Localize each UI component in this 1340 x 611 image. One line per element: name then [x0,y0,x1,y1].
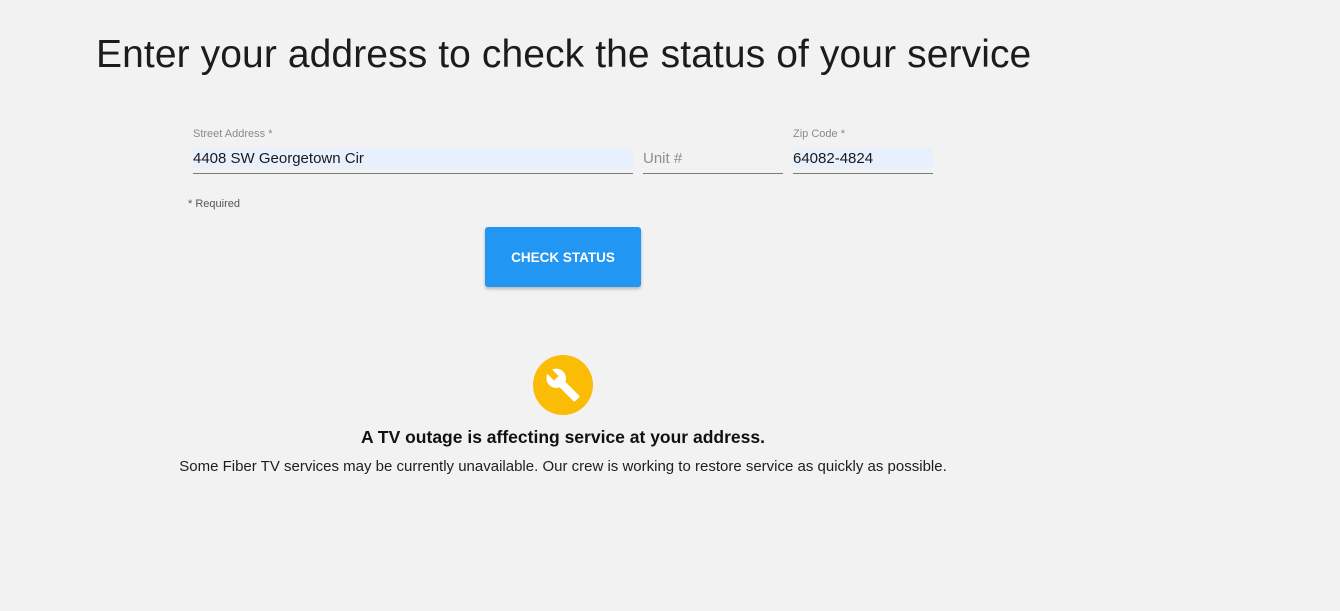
zip-code-field: Zip Code * [793,126,933,174]
page-title: Enter your address to check the status o… [96,33,1032,76]
zip-code-input[interactable] [793,148,933,168]
wrench-icon [533,355,593,415]
zip-code-label: Zip Code * [793,128,845,140]
outage-message: Some Fiber TV services may be currently … [179,458,947,475]
unit-input[interactable] [643,148,783,168]
check-status-button[interactable]: CHECK STATUS [485,227,641,287]
outage-heading: A TV outage is affecting service at your… [361,427,765,447]
street-address-input[interactable] [193,148,633,168]
unit-field [643,126,783,174]
required-note: * Required [188,198,240,210]
street-address-field: Street Address * [193,126,633,174]
street-address-label: Street Address * [193,128,273,140]
